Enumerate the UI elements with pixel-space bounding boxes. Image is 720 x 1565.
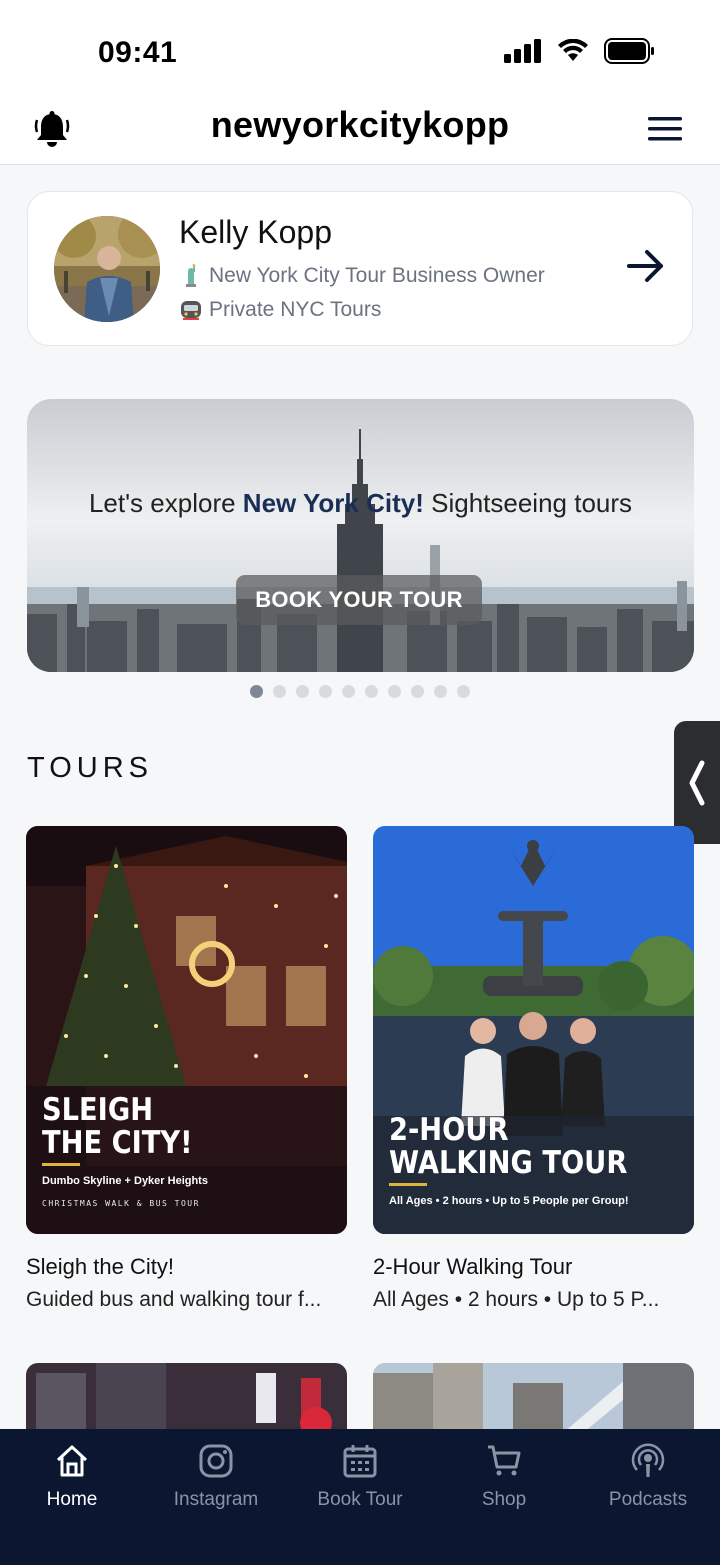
carousel-dot[interactable] [457,685,470,698]
nav-label: Home [46,1489,98,1510]
carousel-dots [250,685,470,698]
tour-card-partial[interactable] [26,1363,347,1433]
tour-image: SLEIGH THE CITY! Dumbo Skyline + Dyker H… [26,826,347,1234]
carousel-dot[interactable] [342,685,355,698]
wifi-icon [558,39,588,61]
nav-label: Podcasts [608,1489,688,1510]
tour-image-headline: SLEIGH THE CITY! [42,1092,193,1161]
tour-image-subtitle: Dumbo Skyline + Dyker Heights [42,1175,208,1187]
carousel-dot[interactable] [296,685,309,698]
carousel-dot[interactable] [365,685,378,698]
app-header: newyorkcitykopp [0,100,720,165]
signal-icon [504,39,541,63]
nav-podcasts[interactable]: Podcasts [576,1429,720,1565]
tour-image-headline: 2-HOUR WALKING TOUR [389,1112,628,1181]
cart-icon [488,1445,521,1476]
instagram-icon [199,1444,233,1478]
carousel-dot[interactable] [250,685,263,698]
status-icons [504,38,656,64]
calendar-icon [343,1445,377,1478]
banner-headline: Let's explore New York City! Sightseeing… [88,488,633,518]
podcast-icon [631,1443,665,1477]
profile-company-text: Private NYC Tours [209,298,382,321]
battery-icon [604,38,654,64]
tour-image: 2-HOUR WALKING TOUR All Ages • 2 hours •… [373,826,694,1234]
gold-divider [42,1163,80,1166]
carousel-dot[interactable] [434,685,447,698]
profile-card[interactable]: Kelly Kopp New York City Tour Business O… [27,191,693,346]
tour-image-subtitle: All Ages • 2 hours • Up to 5 People per … [389,1195,629,1207]
hamburger-menu-icon[interactable] [648,116,682,142]
tour-description: Guided bus and walking tour f... [26,1288,322,1311]
tour-description: All Ages • 2 hours • Up to 5 P... [373,1288,660,1311]
carousel-dot[interactable] [411,685,424,698]
bottom-navigation: Home Instagram Book Tour Shop Podcasts [0,1429,720,1565]
nav-label: Instagram [173,1489,259,1510]
arrow-right-icon[interactable] [626,248,666,284]
profile-role: New York City Tour Business Owner [179,264,545,288]
status-bar: 09:41 [0,0,720,100]
app-title: newyorkcitykopp [210,104,510,145]
nav-shop[interactable]: Shop [432,1429,576,1565]
profile-role-text: New York City Tour Business Owner [209,264,545,287]
avatar [54,216,160,322]
status-time: 09:41 [98,36,178,69]
tour-title: Sleigh the City! [26,1254,174,1279]
tour-card-partial[interactable] [373,1363,694,1433]
gold-divider [389,1183,427,1186]
profile-name: Kelly Kopp [179,214,332,250]
nav-instagram[interactable]: Instagram [144,1429,288,1565]
nav-book-tour[interactable]: Book Tour [288,1429,432,1565]
tour-card[interactable]: SLEIGH THE CITY! Dumbo Skyline + Dyker H… [26,826,347,1312]
profile-company: Private NYC Tours [179,298,381,322]
nav-label: Shop [481,1489,527,1510]
carousel-dot[interactable] [273,685,286,698]
nav-label: Book Tour [317,1489,403,1510]
tour-image-caption: CHRISTMAS WALK & BUS TOUR [42,1199,200,1208]
home-icon [56,1445,88,1477]
skyline-image [27,399,694,672]
nav-home[interactable]: Home [0,1429,144,1565]
train-icon [181,301,201,320]
tours-section-title: TOURS [27,752,153,784]
book-your-tour-button[interactable]: BOOK YOUR TOUR [236,575,482,625]
statue-of-liberty-icon [186,264,196,287]
hero-banner[interactable]: Let's explore New York City! Sightseeing… [27,399,694,672]
carousel-dot[interactable] [319,685,332,698]
carousel-dot[interactable] [388,685,401,698]
tour-card[interactable]: 2-HOUR WALKING TOUR All Ages • 2 hours •… [373,826,694,1312]
tour-title: 2-Hour Walking Tour [373,1254,573,1279]
